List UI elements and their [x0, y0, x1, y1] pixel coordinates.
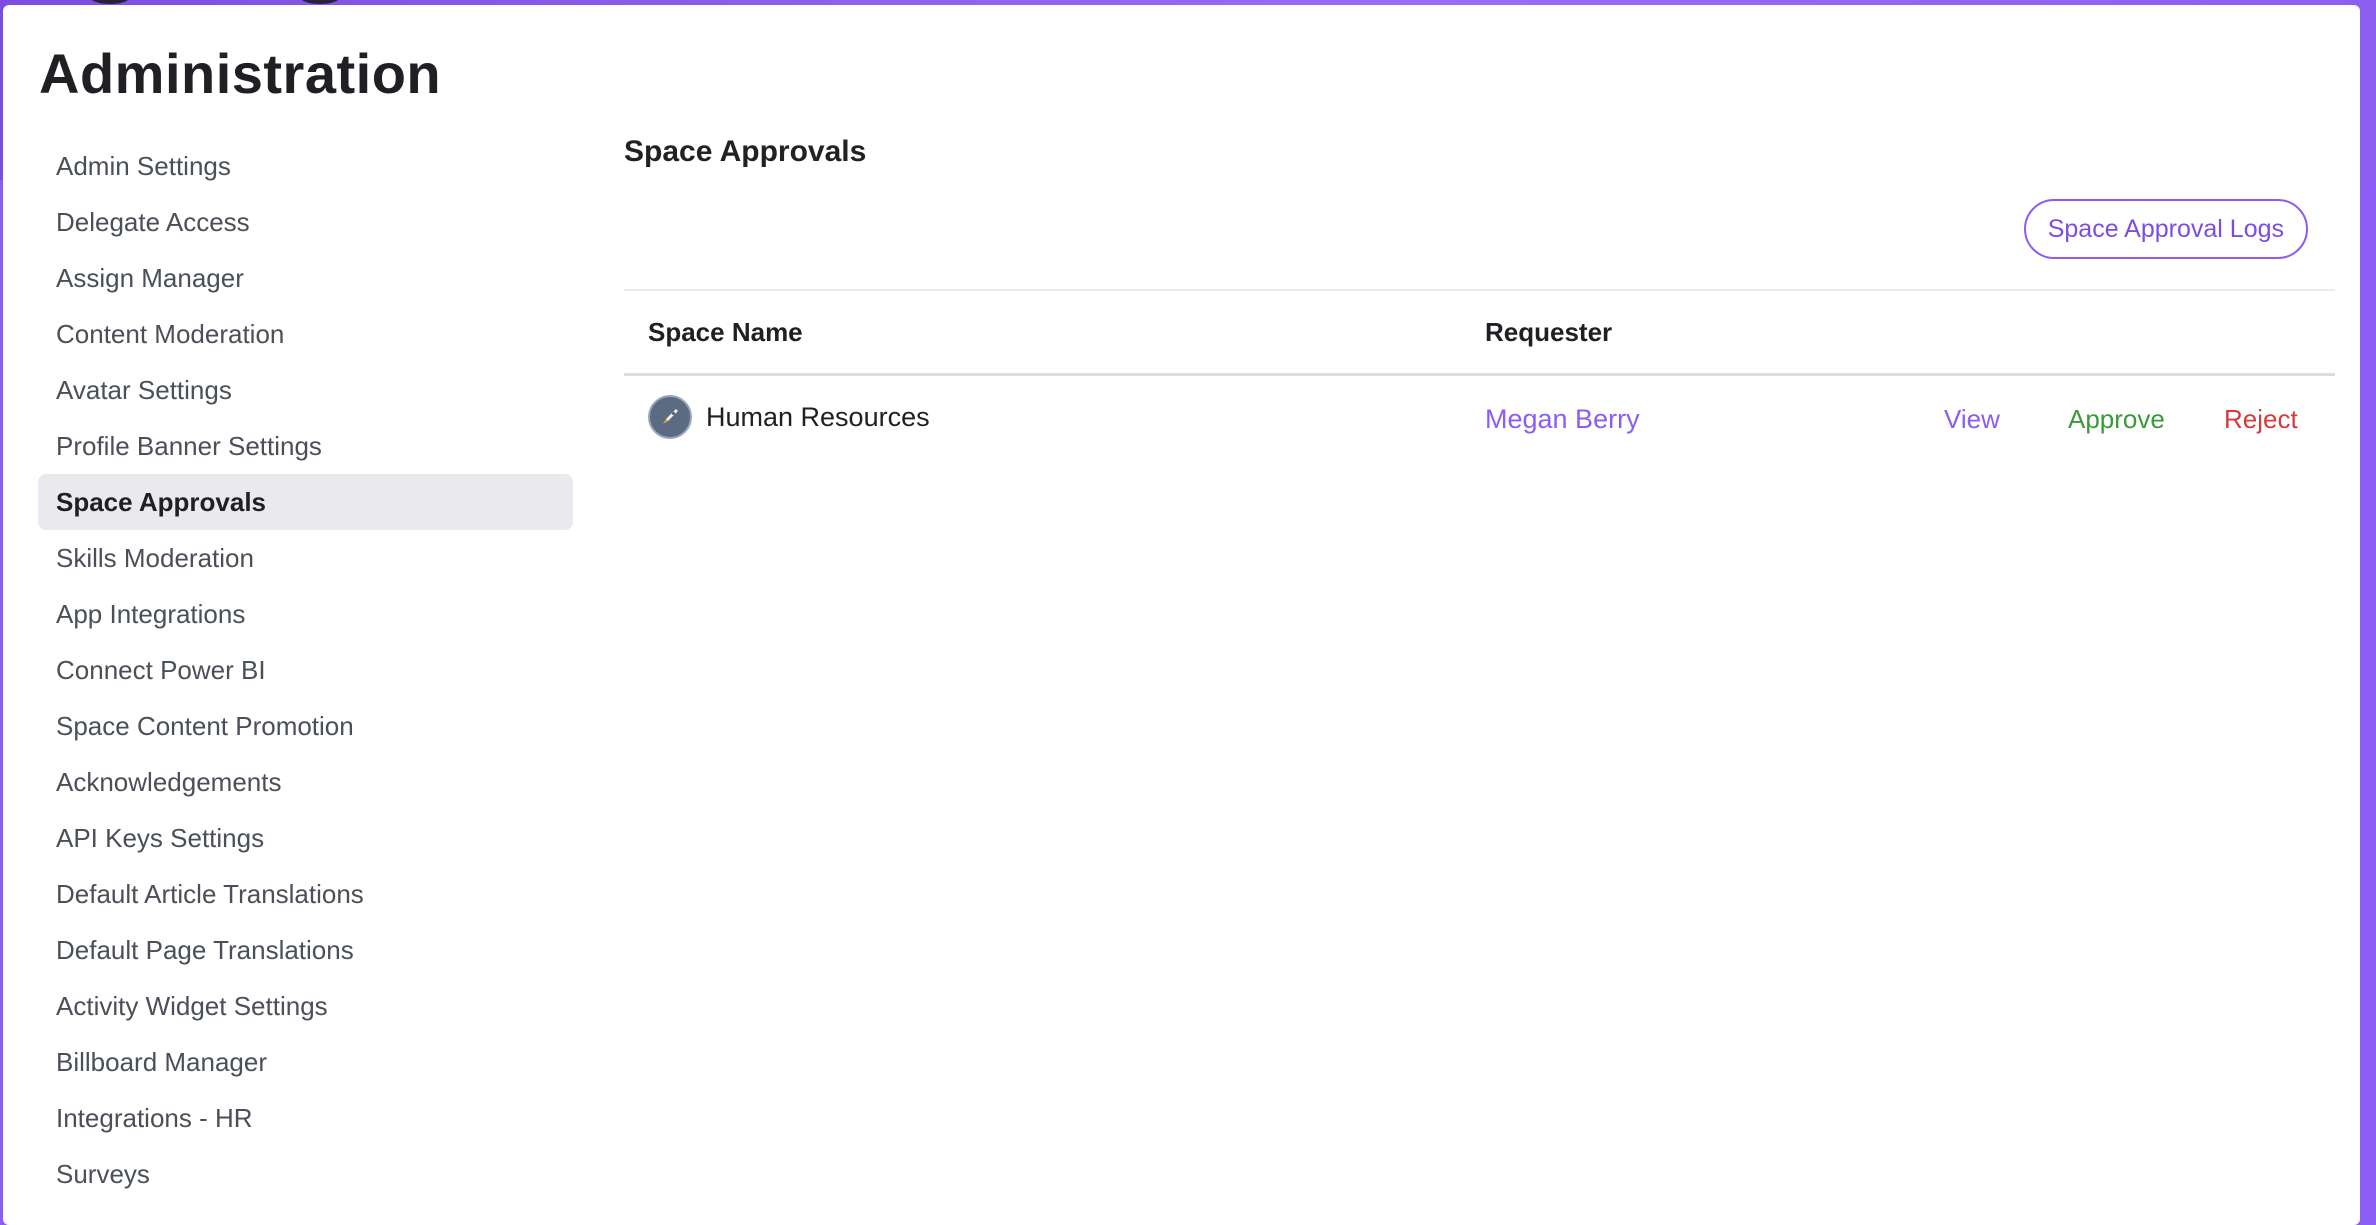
section-title: Space Approvals	[624, 135, 867, 168]
main-content: Space Approvals Space Approval Logs Spac…	[624, 135, 2335, 439]
view-button[interactable]: View	[1944, 376, 2000, 462]
sidebar-item-default-article-translations[interactable]: Default Article Translations	[38, 866, 573, 922]
sidebar-item-space-approvals[interactable]: Space Approvals	[38, 474, 573, 530]
sidebar-item-connect-power-bi[interactable]: Connect Power BI	[38, 642, 573, 698]
space-approval-logs-button[interactable]: Space Approval Logs	[2023, 199, 2308, 259]
reject-button[interactable]: Reject	[2224, 376, 2298, 462]
sidebar-item-skills-moderation[interactable]: Skills Moderation	[38, 530, 573, 586]
page-title: Administration	[39, 42, 442, 105]
approve-button[interactable]: Approve	[2068, 376, 2165, 462]
space-cell: Human Resources	[648, 395, 930, 439]
sidebar-item-app-integrations[interactable]: App Integrations	[38, 586, 573, 642]
approvals-table: Space Name Requester Human Resources Meg…	[624, 289, 2335, 462]
admin-panel: Administration Admin Settings Delegate A…	[3, 5, 2360, 1225]
space-name: Human Resources	[706, 401, 930, 432]
column-header-requester: Requester	[1485, 317, 1613, 347]
sidebar-item-activity-widget-settings[interactable]: Activity Widget Settings	[38, 978, 573, 1034]
sidebar-item-assign-manager[interactable]: Assign Manager	[38, 250, 573, 306]
sidebar-item-space-content-promotion[interactable]: Space Content Promotion	[38, 698, 573, 754]
rocket-icon	[648, 395, 692, 439]
sidebar-item-api-keys-settings[interactable]: API Keys Settings	[38, 810, 573, 866]
table-header: Space Name Requester	[624, 291, 2335, 376]
sidebar-item-surveys[interactable]: Surveys	[38, 1146, 573, 1202]
sidebar-item-integrations-hr[interactable]: Integrations - HR	[38, 1090, 573, 1146]
sidebar-item-content-moderation[interactable]: Content Moderation	[38, 306, 573, 362]
sidebar-item-delegate-access[interactable]: Delegate Access	[38, 194, 573, 250]
admin-sidebar: Admin Settings Delegate Access Assign Ma…	[38, 138, 573, 1202]
sidebar-item-profile-banner-settings[interactable]: Profile Banner Settings	[38, 418, 573, 474]
sidebar-item-acknowledgements[interactable]: Acknowledgements	[38, 754, 573, 810]
requester-link[interactable]: Megan Berry	[1485, 376, 1640, 462]
sidebar-item-avatar-settings[interactable]: Avatar Settings	[38, 362, 573, 418]
sidebar-item-billboard-manager[interactable]: Billboard Manager	[38, 1034, 573, 1090]
sidebar-item-admin-settings[interactable]: Admin Settings	[38, 138, 573, 194]
table-row: Human Resources Megan Berry View Approve…	[624, 376, 2335, 462]
column-header-space-name: Space Name	[648, 317, 803, 347]
sidebar-item-default-page-translations[interactable]: Default Page Translations	[38, 922, 573, 978]
